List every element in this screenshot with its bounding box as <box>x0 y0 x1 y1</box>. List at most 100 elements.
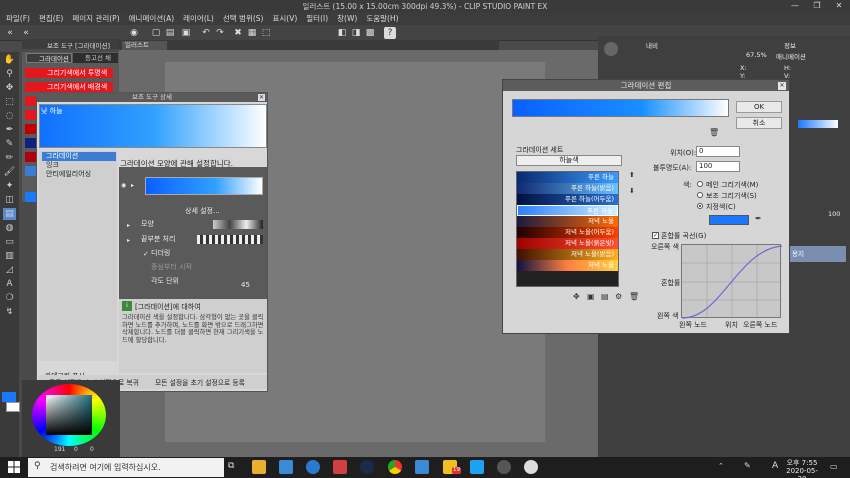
category-gradient[interactable]: 그라데이션 <box>42 152 116 161</box>
color-strip[interactable] <box>798 120 838 128</box>
frame-icon[interactable]: ▥ <box>3 250 16 262</box>
menu-window[interactable]: 창(W) <box>337 13 357 24</box>
main-color-option[interactable]: 메인 그리기색(M) <box>706 180 758 190</box>
category-ink[interactable]: 잉크 <box>42 161 116 170</box>
clear-icon[interactable]: ✖ <box>232 27 244 39</box>
lasso-icon[interactable]: ◌ <box>3 110 16 122</box>
canvas-tab[interactable]: 일러스트 <box>122 41 167 50</box>
add-icon[interactable]: ▣ <box>587 292 595 301</box>
eyedropper-icon[interactable]: ✒ <box>3 124 16 136</box>
fill-icon[interactable]: ▦ <box>246 27 258 39</box>
chevron-right-icon[interactable]: ▸ <box>131 182 134 189</box>
edge-selector[interactable] <box>197 235 263 244</box>
close-icon[interactable]: ✕ <box>778 82 786 90</box>
undo-icon[interactable]: ↶ <box>200 27 212 39</box>
eyedropper-icon[interactable]: ✒ <box>755 214 762 223</box>
specified-color-option[interactable]: 지정색(C) <box>706 202 736 212</box>
gradient-icon[interactable]: ▤ <box>3 208 16 220</box>
gradient-preset[interactable]: 저녁 노을 <box>517 216 618 227</box>
detail-settings-button[interactable]: 상세 설정... <box>185 206 220 216</box>
pen-input-icon[interactable]: ✎ <box>744 461 751 470</box>
transform-icon[interactable]: ⬚ <box>260 27 272 39</box>
chrome-icon[interactable] <box>388 460 402 474</box>
redo-icon[interactable]: ↷ <box>214 27 226 39</box>
menu-filter[interactable]: 필터(I) <box>306 13 328 24</box>
radio-specified-color[interactable] <box>697 203 703 209</box>
curve-checkbox[interactable]: ✓ <box>652 232 659 239</box>
menu-file[interactable]: 파일(F) <box>6 13 30 24</box>
navigator-zoom-icon[interactable] <box>604 42 618 56</box>
subtool-item[interactable]: 그리기색에서 투명색 <box>25 68 113 78</box>
snap-icon[interactable]: ◧ <box>336 27 348 39</box>
chevron-up-icon[interactable]: ⌃ <box>718 462 724 470</box>
zoom-icon[interactable]: ⚲ <box>3 68 16 80</box>
clip-studio-paint-icon[interactable] <box>524 460 538 474</box>
new-file-icon[interactable]: ▢ <box>150 27 162 39</box>
menu-page[interactable]: 페이지 관리(P) <box>72 13 119 24</box>
hand-icon[interactable]: ✋ <box>3 54 16 66</box>
app-icon[interactable] <box>333 460 347 474</box>
pencil-icon[interactable]: ✏ <box>3 152 16 164</box>
steam-icon[interactable] <box>360 460 374 474</box>
gradient-editor-bar[interactable] <box>145 177 263 195</box>
curve-svg[interactable] <box>681 245 783 319</box>
airbrush-icon[interactable]: ✦ <box>3 180 16 192</box>
gradient-preset[interactable]: 푸른 하늘 <box>517 172 618 183</box>
tab-contour-fill[interactable]: 등고선 채 <box>73 53 118 63</box>
position-input[interactable]: 0 <box>696 146 740 157</box>
close-icon[interactable]: ✕ <box>828 0 850 12</box>
gradient-preset[interactable]: 저녁 노을 <box>517 260 618 271</box>
tab-info[interactable]: 정보 <box>784 40 796 50</box>
menu-selection[interactable]: 선택 범위(S) <box>223 13 264 24</box>
pen-icon[interactable]: ✎ <box>3 138 16 150</box>
figure-icon[interactable]: ▭ <box>3 236 16 248</box>
minimize-icon[interactable]: — <box>784 0 806 12</box>
gradient-preset[interactable]: 푸른 하늘(밝음) <box>517 183 618 194</box>
clip-studio-taskbar-icon[interactable] <box>497 460 511 474</box>
windows-start-icon[interactable] <box>8 461 20 473</box>
help-icon[interactable]: ? <box>384 27 396 39</box>
menu-help[interactable]: 도움말(H) <box>366 13 398 24</box>
maximize-icon[interactable]: ❐ <box>806 0 828 12</box>
arrow-down-icon[interactable]: ⬇ <box>629 187 635 195</box>
sub-color-swatch[interactable] <box>6 402 20 412</box>
subtool-item[interactable]: 그리기색에서 배경색 <box>25 82 113 92</box>
gradient-preset[interactable]: 저녁 노을(어두움) <box>517 227 618 238</box>
trash-icon[interactable]: 🗑 <box>629 292 639 301</box>
text-icon[interactable]: A <box>3 278 16 290</box>
snap-grid-icon[interactable]: ▩ <box>364 27 376 39</box>
correction-icon[interactable]: ↯ <box>3 306 16 318</box>
new-set-icon[interactable]: ✥ <box>573 292 580 301</box>
gradient-preset-selected[interactable]: 푸른 하늘 <box>517 205 618 216</box>
tab-navigator[interactable]: 내비 <box>646 40 658 50</box>
fill-bucket-icon[interactable]: ◍ <box>3 222 16 234</box>
gradient-set-list[interactable]: 푸른 하늘 푸른 하늘(밝음) 푸른 하늘(어두움) 푸른 하늘 저녁 노을 저… <box>516 171 619 287</box>
main-color-swatch[interactable] <box>2 392 16 402</box>
taskbar-clock[interactable]: 오후 7:55 2020-05-30 <box>782 459 822 478</box>
category-antialias[interactable]: 안티에일리어싱 <box>42 170 116 179</box>
cancel-button[interactable]: 취소 <box>736 117 782 129</box>
open-file-icon[interactable]: ▤ <box>164 27 176 39</box>
gradient-set-select[interactable]: 하늘색 <box>516 155 622 166</box>
snap-ruler-icon[interactable]: ◨ <box>350 27 362 39</box>
layer-row[interactable]: 용지 <box>788 246 846 262</box>
file-explorer-icon[interactable] <box>252 460 266 474</box>
edge-browser-icon[interactable] <box>306 460 320 474</box>
shape-selector[interactable] <box>213 220 263 229</box>
ruler-icon[interactable]: ◿ <box>3 264 16 276</box>
chevron-left-icon[interactable]: « <box>20 27 32 39</box>
sub-color-option[interactable]: 보조 그리기색(S) <box>706 191 757 201</box>
select-icon[interactable]: ⬚ <box>3 96 16 108</box>
menu-edit[interactable]: 편집(E) <box>39 13 63 24</box>
close-icon[interactable]: ✕ <box>258 94 265 101</box>
trash-icon[interactable]: 🗑 <box>709 128 719 137</box>
gradient-bar[interactable] <box>512 99 729 117</box>
eye-icon[interactable]: ◉ <box>121 182 126 189</box>
color-square[interactable] <box>46 395 92 435</box>
notification-icon[interactable]: ▭ <box>830 462 838 471</box>
menu-view[interactable]: 표시(V) <box>272 13 297 24</box>
balloon-icon[interactable]: ❍ <box>3 292 16 304</box>
opacity-input[interactable]: 100 <box>696 161 740 172</box>
tab-gradient[interactable]: 그라데이션 <box>26 53 72 63</box>
color-swatch[interactable] <box>709 215 749 225</box>
